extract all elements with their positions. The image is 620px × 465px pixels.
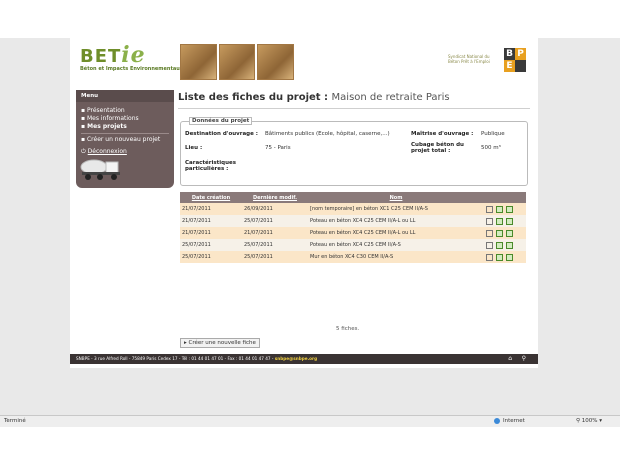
status-text: Terminé [4,418,26,424]
checkbox-icon[interactable] [486,217,493,225]
lieu-label: Lieu : [185,145,203,151]
copy-icon[interactable] [506,205,513,213]
copy-icon[interactable] [506,229,513,237]
checkbox-icon[interactable] [486,241,493,249]
edit-icon[interactable] [496,217,503,225]
col-derniere-modif[interactable]: Dernière modif. [242,192,308,203]
menu-title: Menu [76,90,174,102]
bpe-logo-icon[interactable]: B P E [504,48,526,72]
logo-subtitle: Béton et Impacts Environnementaux [80,66,184,72]
checkbox-icon[interactable] [486,229,493,237]
zoom-level[interactable]: ⚲ 100% ▾ [576,416,602,427]
header-photo [180,44,217,80]
table-row[interactable]: 25/07/2011 25/07/2011 Poteau en béton XC… [180,239,526,251]
sidebar-item-mes-projets[interactable]: ▪ Mes projets [76,123,174,131]
sidebar-item-presentation[interactable]: ▪ Présentation [76,107,174,115]
copy-icon[interactable] [506,241,513,249]
logo-main-text: BET [80,46,122,67]
edit-icon[interactable] [496,241,503,249]
col-date-creation[interactable]: Date création [180,192,242,203]
betie-logo[interactable]: BETie Béton et Impacts Environnementaux [80,42,183,72]
sidebar-menu: Menu ▪ Présentation ▪ Mes informations ▪… [76,90,174,188]
project-name: Maison de retraite Paris [331,92,450,103]
globe-icon [494,417,500,424]
table-row[interactable]: 21/07/2011 25/07/2011 Poteau en béton XC… [180,215,526,227]
main-content: Liste des fiches du projet : Maison de r… [178,88,534,350]
maitrise-label: Maîtrise d'ouvrage : [411,131,474,137]
arrow-right-icon: ▸ [184,340,187,346]
search-icon[interactable]: ⚲ [522,355,526,362]
col-nom[interactable]: Nom [308,192,484,203]
table-row[interactable]: 21/07/2011 21/07/2011 Poteau en béton XC… [180,227,526,239]
magnifier-icon: ⚲ [576,418,581,424]
destination-label: Destination d'ouvrage : [185,131,258,137]
table-row[interactable]: 21/07/2011 26/09/2011 [nom temporaire] e… [180,203,526,215]
fiches-count: 5 fiches. [336,326,360,332]
power-icon: ⏻ [81,148,86,155]
checkbox-icon[interactable] [486,253,493,261]
syndicat-text: Syndicat National du Béton Prêt à l'Empl… [448,54,490,64]
lieu-value: 75 - Paris [265,145,291,151]
sidebar-item-deconnexion[interactable]: ⏻ Déconnexion [76,148,174,156]
browser-status-bar: Terminé Internet ⚲ 100% ▾ [0,415,620,427]
sidebar-item-creer-projet[interactable]: ▪ Créer un nouveau projet [76,136,174,144]
edit-icon[interactable] [496,229,503,237]
concrete-truck-icon [80,159,120,180]
security-zone[interactable]: Internet [494,416,525,427]
destination-value: Bâtiments publics (Ecole, hôpital, caser… [265,131,390,137]
fieldset-legend: Données du projet [189,117,253,125]
maitrise-value: Publique [481,131,505,137]
cubage-value: 500 m³ [481,145,501,151]
cubage-label: Cubage béton du projet total : [411,142,464,154]
site-header: BETie Béton et Impacts Environnementaux … [70,38,538,86]
edit-icon[interactable] [496,253,503,261]
edit-icon[interactable] [496,205,503,213]
title-divider [178,108,530,109]
checkbox-icon[interactable] [486,205,493,213]
header-photo [257,44,295,80]
copy-icon[interactable] [506,253,513,261]
header-photo [218,44,256,80]
page-title: Liste des fiches du projet : Maison de r… [178,92,450,103]
site-container: BETie Béton et Impacts Environnementaux … [70,38,538,368]
browser-window: BETie Béton et Impacts Environnementaux … [0,0,620,465]
fiches-table: Date création Dernière modif. Nom 21/07/… [180,192,526,263]
caract-label: Caractéristiques particulières : [185,160,237,172]
sidebar-item-mes-informations[interactable]: ▪ Mes informations [76,115,174,123]
footer-address: SNBPE - 3 rue Alfred Roll - 75849 Paris … [76,356,275,361]
copy-icon[interactable] [506,217,513,225]
project-data-fieldset: Données du projet Destination d'ouvrage … [180,117,528,186]
create-fiche-button[interactable]: ▸ Créer une nouvelle fiche [180,338,260,348]
site-footer: SNBPE - 3 rue Alfred Roll - 75849 Paris … [70,354,538,364]
footer-email-link[interactable]: snbpe@snbpe.org [275,356,317,361]
table-row[interactable]: 25/07/2011 25/07/2011 Mur en béton XC4 C… [180,251,526,263]
logo-italic-text: ie [121,42,146,68]
table-header-row: Date création Dernière modif. Nom [180,192,526,203]
col-actions [484,192,526,203]
header-photos [180,44,295,80]
home-icon[interactable]: ⌂ [508,355,512,362]
